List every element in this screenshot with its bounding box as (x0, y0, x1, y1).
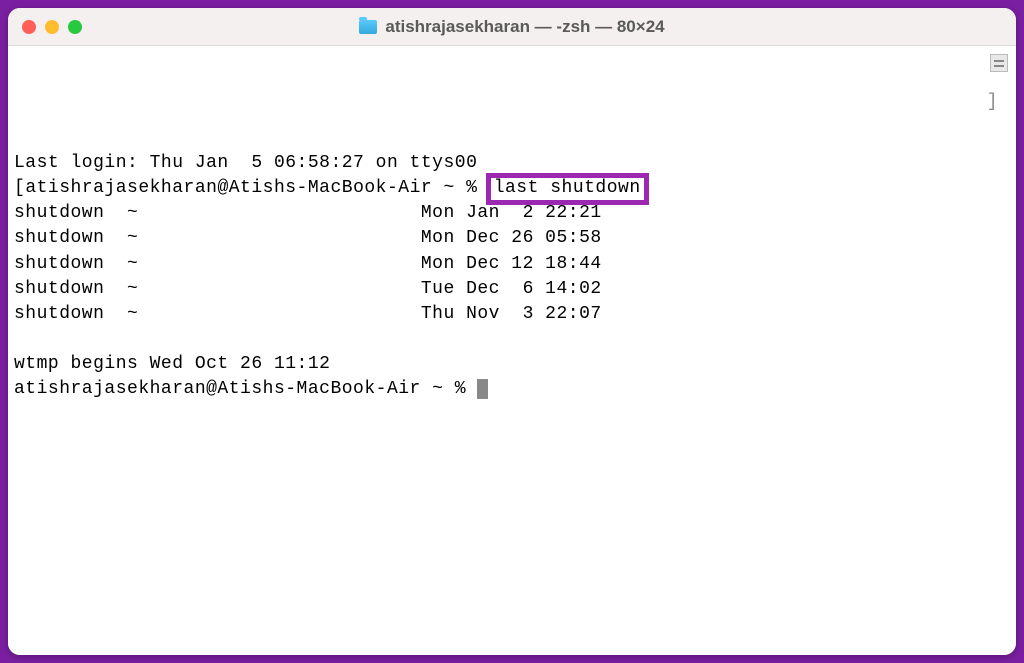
title-center: atishrajasekharan — -zsh — 80×24 (8, 17, 1016, 37)
prompt-text-1: atishrajasekharan@Atishs-MacBook-Air ~ % (25, 178, 477, 198)
titlebar[interactable]: atishrajasekharan — -zsh — 80×24 (8, 8, 1016, 46)
traffic-lights (22, 20, 82, 34)
prompt-line-1: [atishrajasekharan@Atishs-MacBook-Air ~ … (14, 176, 1010, 201)
output-line-2: shutdown ~ Mon Dec 12 18:44 (14, 252, 1010, 277)
close-button[interactable] (22, 20, 36, 34)
right-bracket-marker: ] (987, 90, 998, 115)
window-title: atishrajasekharan — -zsh — 80×24 (385, 17, 664, 37)
folder-icon (359, 20, 377, 34)
cursor-icon (477, 379, 488, 399)
prompt-line-2: atishrajasekharan@Atishs-MacBook-Air ~ % (14, 377, 1010, 402)
scroll-indicator-icon[interactable] (990, 54, 1008, 72)
terminal-window: atishrajasekharan — -zsh — 80×24 ] Last … (8, 8, 1016, 655)
maximize-button[interactable] (68, 20, 82, 34)
output-line-4: shutdown ~ Thu Nov 3 22:07 (14, 302, 1010, 327)
wtmp-line: wtmp begins Wed Oct 26 11:12 (14, 352, 1010, 377)
output-line-1: shutdown ~ Mon Dec 26 05:58 (14, 226, 1010, 251)
bracket-char: [ (14, 178, 25, 198)
output-line-0: shutdown ~ Mon Jan 2 22:21 (14, 201, 1010, 226)
output-line-3: shutdown ~ Tue Dec 6 14:02 (14, 277, 1010, 302)
prompt-text-2: atishrajasekharan@Atishs-MacBook-Air ~ % (14, 379, 477, 399)
minimize-button[interactable] (45, 20, 59, 34)
blank-line (14, 327, 1010, 352)
highlighted-command: last shutdown (486, 173, 649, 205)
terminal-body[interactable]: ] Last login: Thu Jan 5 06:58:27 on ttys… (8, 46, 1016, 655)
